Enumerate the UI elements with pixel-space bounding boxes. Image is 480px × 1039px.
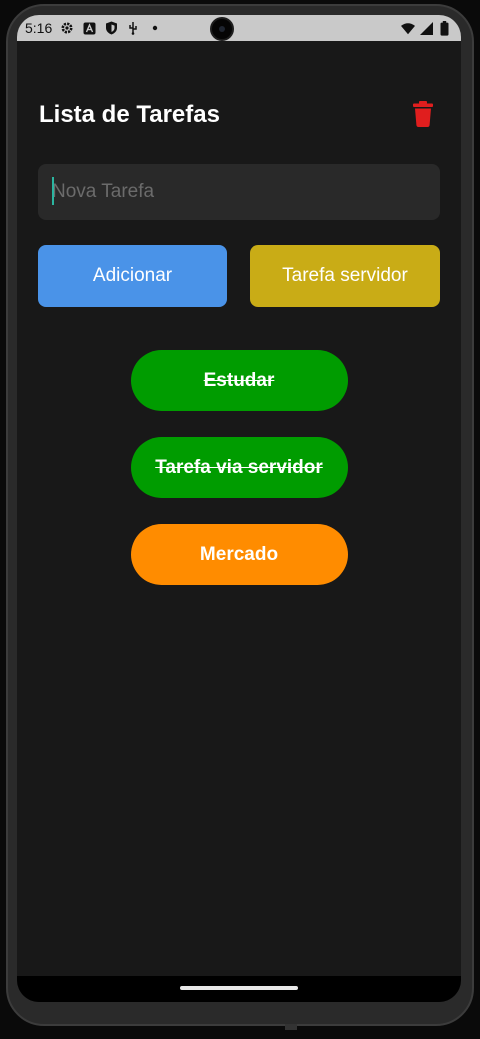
- battery-icon: [437, 20, 451, 36]
- wifi-icon: [401, 21, 415, 35]
- page-title: Lista de Tarefas: [39, 101, 220, 128]
- status-right: [401, 20, 451, 36]
- text-cursor: [52, 177, 54, 205]
- server-task-button[interactable]: Tarefa servidor: [250, 245, 440, 307]
- task-item[interactable]: Estudar: [130, 350, 348, 411]
- task-item[interactable]: Mercado: [130, 524, 348, 585]
- signal-icon: [419, 21, 433, 35]
- task-item[interactable]: Tarefa via servidor: [130, 437, 348, 498]
- new-task-input[interactable]: [38, 164, 440, 220]
- trash-icon: [413, 101, 433, 127]
- bezel-notch: [285, 1024, 297, 1030]
- app-screen: 5:16 Lista de Tarefas Nova Tarefa Adicio…: [17, 15, 461, 1002]
- task-label: Mercado: [199, 543, 279, 565]
- status-time: 5:16: [25, 20, 53, 36]
- dot-icon: [148, 21, 162, 35]
- navigation-bar: [17, 976, 461, 1002]
- task-list: Estudar Tarefa via servidor Mercado: [17, 350, 461, 585]
- add-task-label: Adicionar: [92, 265, 173, 286]
- add-task-button[interactable]: Adicionar: [38, 245, 227, 307]
- status-left: 5:16: [25, 20, 162, 36]
- status-bar: 5:16: [17, 15, 461, 41]
- device-frame: 5:16 Lista de Tarefas Nova Tarefa Adicio…: [0, 0, 480, 1039]
- clear-tasks-button[interactable]: [411, 100, 435, 128]
- server-task-label: Tarefa servidor: [282, 265, 408, 286]
- home-gesture-handle[interactable]: [180, 986, 298, 990]
- task-label: Tarefa via servidor: [155, 456, 323, 478]
- font-app-icon: [82, 21, 96, 35]
- front-camera: [210, 17, 234, 41]
- gear-icon: [60, 21, 74, 35]
- task-label: Estudar: [203, 369, 275, 391]
- shield-icon: [104, 21, 118, 35]
- usb-debug-icon: [126, 21, 140, 35]
